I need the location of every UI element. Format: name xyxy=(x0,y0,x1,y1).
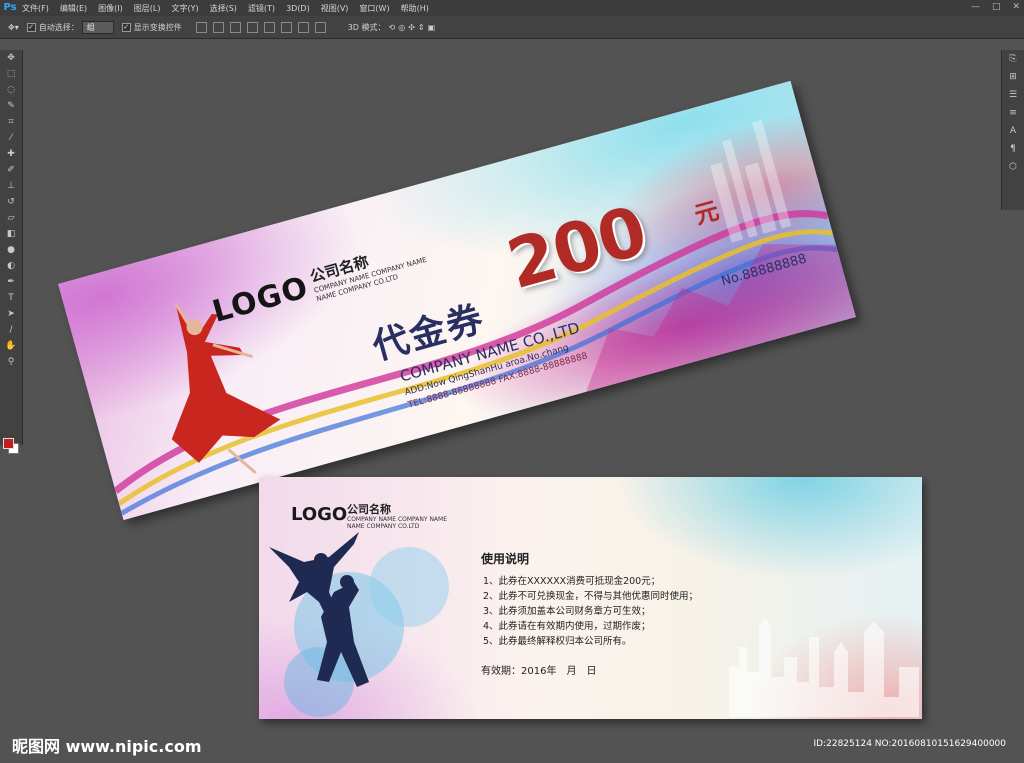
marquee-tool-icon[interactable]: ⬚ xyxy=(0,66,22,82)
auto-select-checkbox[interactable]: ✓ xyxy=(26,22,36,32)
channels-panel-icon[interactable]: ≡ xyxy=(1002,104,1024,122)
move-tool-icon[interactable]: ✥ xyxy=(0,50,22,66)
3d-drag-icon[interactable]: ✣ xyxy=(408,23,415,32)
character-panel-icon[interactable]: A xyxy=(1002,122,1024,140)
tools-panel: ✥ ⬚ ◌ ✎ ⌗ ⁄ ✚ ✐ ⊥ ↺ ▱ ◧ ● ◐ ✒ T ➤ ∕ ✋ ⚲ xyxy=(0,50,23,454)
distribute-icon[interactable] xyxy=(314,21,326,33)
healing-tool-icon[interactable]: ✚ xyxy=(0,146,22,162)
mode-3d-label: 3D 模式： xyxy=(347,22,386,32)
collapsed-panels: ⎘ ⊞ ☰ ≡ A ¶ ⬡ xyxy=(1001,50,1024,210)
usage-rule: 2、此券不可兑换现金，不得与其他优惠同时使用； xyxy=(483,591,699,602)
menu-edit[interactable]: 编辑(E) xyxy=(60,3,87,14)
align-right-icon[interactable] xyxy=(280,21,292,33)
usage-rule: 4、此券请在有效期内使用，过期作废； xyxy=(483,621,651,632)
menu-layer[interactable]: 图层(L) xyxy=(134,3,161,14)
quick-select-tool-icon[interactable]: ✎ xyxy=(0,98,22,114)
shape-tool-icon[interactable]: ∕ xyxy=(0,322,22,338)
menu-type[interactable]: 文字(Y) xyxy=(171,3,198,14)
validity-date: 有效期：2016年 月 日 xyxy=(481,666,597,677)
menu-filter[interactable]: 滤镜(T) xyxy=(248,3,275,14)
mode-3d: 3D 模式： ⟲ ◎ ✣ ⇕ ▣ xyxy=(348,22,435,33)
window-controls: — □ ✕ xyxy=(971,2,1020,12)
stamp-tool-icon[interactable]: ⊥ xyxy=(0,178,22,194)
eraser-tool-icon[interactable]: ▱ xyxy=(0,210,22,226)
usage-rule: 1、此券在XXXXXX消费可抵现金200元； xyxy=(483,576,661,587)
menu-bar: Ps 文件(F) 编辑(E) 图像(I) 图层(L) 文字(Y) 选择(S) 滤… xyxy=(0,0,1024,16)
brush-tool-icon[interactable]: ✐ xyxy=(0,162,22,178)
menu-select[interactable]: 选择(S) xyxy=(210,3,237,14)
3d-rotate-icon[interactable]: ⟲ xyxy=(389,23,396,32)
city-skyline xyxy=(729,617,919,717)
usage-rule: 5、此券最终解释权归本公司所有。 xyxy=(483,636,632,647)
blur-tool-icon[interactable]: ● xyxy=(0,242,22,258)
pen-tool-icon[interactable]: ✒ xyxy=(0,274,22,290)
menu-help[interactable]: 帮助(H) xyxy=(401,3,429,14)
back-company-en-line2: NAME COMPANY CO.LTD xyxy=(347,523,420,530)
move-tool-preset[interactable]: ✥▾ xyxy=(8,23,19,32)
show-transform-label: 显示变换控件 xyxy=(133,22,182,32)
close-button[interactable]: ✕ xyxy=(1012,2,1020,12)
usage-rule: 3、此券须加盖本公司财务章方可生效； xyxy=(483,606,651,617)
align-bottom-icon[interactable] xyxy=(229,21,241,33)
gradient-tool-icon[interactable]: ◧ xyxy=(0,226,22,242)
paragraph-panel-icon[interactable]: ¶ xyxy=(1002,140,1024,158)
dancers-silhouette xyxy=(269,532,449,717)
menu-file[interactable]: 文件(F) xyxy=(22,3,49,14)
3d-slide-icon[interactable]: ⇕ xyxy=(418,23,425,32)
align-left-icon[interactable] xyxy=(246,21,258,33)
menu-image[interactable]: 图像(I) xyxy=(98,3,123,14)
path-select-tool-icon[interactable]: ➤ xyxy=(0,306,22,322)
align-buttons xyxy=(195,21,326,33)
menu-3d[interactable]: 3D(D) xyxy=(286,4,310,13)
auto-select-dropdown[interactable]: 组 xyxy=(81,20,114,34)
auto-select-option[interactable]: ✓ 自动选择： 组 xyxy=(26,20,114,34)
photoshop-logo-icon: Ps xyxy=(3,2,17,13)
maximize-button[interactable]: □ xyxy=(992,2,1001,12)
hand-tool-icon[interactable]: ✋ xyxy=(0,338,22,354)
menu-window[interactable]: 窗口(W) xyxy=(359,3,389,14)
zoom-tool-icon[interactable]: ⚲ xyxy=(0,354,22,370)
adjustments-panel-icon[interactable]: ⊞ xyxy=(1002,68,1024,86)
distribute-icon[interactable] xyxy=(297,21,309,33)
options-bar: ✥▾ ✓ 自动选择： 组 ✓ 显示变换控件 3D 模式： ⟲ ◎ ✣ ⇕ ▣ xyxy=(0,16,1024,39)
layers-panel-icon[interactable]: ☰ xyxy=(1002,86,1024,104)
image-id-watermark: ID:22825124 NO:20160810151629400000 xyxy=(813,739,1007,749)
menu-view[interactable]: 视图(V) xyxy=(321,3,349,14)
3d-roll-icon[interactable]: ◎ xyxy=(398,23,405,32)
history-panel-icon[interactable]: ⎘ xyxy=(1002,50,1024,68)
3d-scale-icon[interactable]: ▣ xyxy=(428,23,436,32)
history-brush-icon[interactable]: ↺ xyxy=(0,194,22,210)
type-tool-icon[interactable]: T xyxy=(0,290,22,306)
show-transform-checkbox[interactable]: ✓ xyxy=(121,22,131,32)
back-company-cn: 公司名称 xyxy=(347,503,391,516)
voucher-back[interactable]: LOGO 公司名称 COMPANY NAME COMPANY NAME NAME… xyxy=(259,477,922,719)
move-icon: ✥▾ xyxy=(8,22,19,32)
back-logo-text: LOGO xyxy=(291,504,348,525)
eyedropper-tool-icon[interactable]: ⁄ xyxy=(0,130,22,146)
align-vcenter-icon[interactable] xyxy=(212,21,224,33)
3d-panel-icon[interactable]: ⬡ xyxy=(1002,158,1024,176)
back-company-en-line1: COMPANY NAME COMPANY NAME xyxy=(347,516,448,523)
usage-heading: 使用说明 xyxy=(481,552,530,566)
align-top-icon[interactable] xyxy=(195,21,207,33)
lasso-tool-icon[interactable]: ◌ xyxy=(0,82,22,98)
dodge-tool-icon[interactable]: ◐ xyxy=(0,258,22,274)
foreground-color-swatch[interactable] xyxy=(3,438,14,449)
show-transform-option[interactable]: ✓ 显示变换控件 xyxy=(121,22,182,33)
align-hcenter-icon[interactable] xyxy=(263,21,275,33)
crop-tool-icon[interactable]: ⌗ xyxy=(0,114,22,130)
voucher-front[interactable]: LOGO 公司名称 COMPANY NAME COMPANY NAME NAME… xyxy=(58,80,856,521)
nipic-watermark: 昵图网 www.nipic.com xyxy=(12,737,202,756)
minimize-button[interactable]: — xyxy=(971,2,980,12)
auto-select-label: 自动选择： xyxy=(38,22,79,32)
